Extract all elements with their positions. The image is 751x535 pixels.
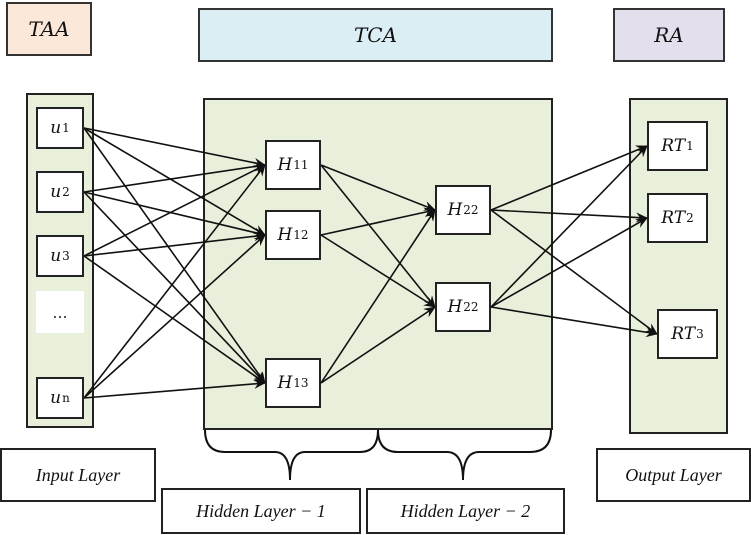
node-sub: n: [62, 391, 70, 405]
node-sub: 1: [686, 139, 694, 153]
hidden-node-h21: H 22: [435, 185, 491, 235]
node-sub: 2: [686, 211, 694, 225]
edge-u2-to-h13: [83, 191, 266, 384]
node-base: RT: [671, 324, 696, 344]
node-base: H: [277, 155, 293, 175]
edge-u2-to-h12: [83, 191, 266, 238]
ellipsis: ...: [36, 291, 84, 333]
edge-h21-to-rt3: [490, 209, 658, 335]
node-sub: 22: [463, 300, 479, 314]
edge-u1-to-h12: [83, 127, 266, 236]
edge-h22-to-rt2: [490, 217, 648, 308]
hidden-layer-2-brace: [377, 429, 552, 481]
node-sub: 12: [293, 228, 309, 242]
node-sub: 3: [62, 249, 70, 263]
node-sub: 1: [62, 121, 70, 135]
hidden-node-h22: H 22: [435, 282, 491, 332]
node-base: RT: [661, 136, 686, 156]
node-sub: 2: [62, 185, 70, 199]
node-base: RT: [661, 208, 686, 228]
hidden-layer-2-label: Hidden Layer − 2: [366, 488, 565, 534]
input-node-u2: u2: [36, 171, 84, 213]
node-sub: 3: [696, 327, 704, 341]
node-base: u: [50, 388, 62, 408]
hidden-node-h13: H 13: [265, 358, 321, 408]
output-node-rt1: RT 1: [647, 121, 708, 171]
edge-u3-to-h12: [83, 231, 266, 257]
node-base: H: [277, 225, 293, 245]
edge-u1-to-h11: [83, 127, 266, 168]
node-sub: 13: [293, 376, 309, 390]
edge-h21-to-rt1: [490, 145, 648, 211]
output-node-rt3: RT 3: [657, 309, 718, 359]
hidden-layer-1-label: Hidden Layer − 1: [161, 488, 361, 534]
node-base: u: [50, 246, 62, 266]
edge-un-to-h13: [83, 378, 266, 399]
node-base: H: [277, 373, 293, 393]
hidden-layer-1-brace: [204, 429, 379, 481]
edge-u1-to-h13: [83, 127, 266, 384]
input-node-un: un: [36, 377, 84, 419]
node-base: H: [447, 297, 463, 317]
edge-h22-to-rt3: [490, 306, 658, 338]
hidden-node-h12: H 12: [265, 210, 321, 260]
output-node-rt2: RT 2: [647, 193, 708, 243]
input-layer-label: Input Layer: [0, 448, 156, 502]
node-base: u: [50, 118, 62, 138]
node-sub: 22: [463, 203, 479, 217]
node-base: H: [447, 200, 463, 220]
edge-h13-to-h22: [320, 306, 436, 384]
edge-h12-to-h21: [320, 207, 436, 236]
hidden-node-h11: H 11: [265, 140, 321, 190]
output-layer-label: Output Layer: [596, 448, 751, 502]
node-base: u: [50, 182, 62, 202]
input-node-u3: u3: [36, 235, 84, 277]
edge-h21-to-rt2: [490, 209, 648, 223]
edge-un-to-h12: [83, 234, 266, 399]
input-node-u1: u1: [36, 107, 84, 149]
node-sub: 11: [293, 158, 309, 172]
